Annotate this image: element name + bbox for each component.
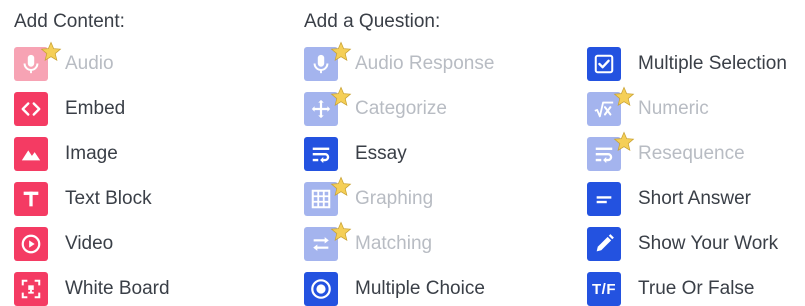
content-option-image[interactable]: Image (14, 137, 118, 171)
question-option-short-answer[interactable]: Short Answer (587, 182, 751, 216)
option-label: Resequence (638, 143, 745, 164)
option-label: Audio Response (355, 53, 495, 74)
code-icon (14, 92, 48, 126)
option-label: Matching (355, 233, 433, 254)
option-label: Show Your Work (638, 233, 779, 254)
content-option-text-block[interactable]: Text Block (14, 182, 152, 216)
premium-star-icon (40, 41, 62, 62)
option-label: Multiple Choice (355, 278, 485, 299)
content-option-audio[interactable]: Audio (14, 41, 114, 81)
radio-icon (304, 272, 338, 306)
question-option-matching[interactable]: Matching (304, 221, 433, 261)
question-option-true-or-false[interactable]: T/F True Or False (587, 272, 755, 306)
categorize-icon (304, 86, 352, 126)
pencil-icon (587, 227, 621, 261)
question-option-categorize[interactable]: Categorize (304, 86, 447, 126)
option-label: Embed (65, 98, 126, 119)
option-label: Text Block (65, 188, 152, 209)
question-option-audio-response[interactable]: Audio Response (304, 41, 495, 81)
microphone-icon (304, 41, 352, 81)
question-option-multiple-selection[interactable]: Multiple Selection (587, 47, 787, 81)
square-root-icon (587, 86, 635, 126)
checkbox-icon (587, 47, 621, 81)
option-label: Graphing (355, 188, 434, 209)
question-option-graphing[interactable]: Graphing (304, 176, 434, 216)
content-option-white-board[interactable]: White Board (14, 272, 170, 306)
option-label: Audio (65, 53, 114, 74)
icon-text: T/F (592, 280, 616, 298)
play-circle-icon (14, 227, 48, 261)
microphone-icon (14, 41, 62, 81)
add-question-heading: Add a Question: (304, 11, 441, 32)
short-answer-icon (587, 182, 621, 216)
option-label: True Or False (638, 278, 755, 299)
option-label: White Board (65, 278, 170, 299)
premium-star-icon (330, 41, 352, 62)
option-label: Short Answer (638, 188, 751, 209)
whiteboard-icon (14, 272, 48, 306)
question-option-show-your-work[interactable]: Show Your Work (587, 227, 778, 261)
true-false-icon: T/F (587, 272, 621, 306)
premium-star-icon (330, 86, 352, 107)
question-option-essay[interactable]: Essay (304, 137, 407, 171)
premium-star-icon (613, 131, 635, 152)
grid-icon (304, 176, 352, 216)
content-option-embed[interactable]: Embed (14, 92, 125, 126)
option-label: Multiple Selection (638, 53, 787, 74)
premium-star-icon (330, 176, 352, 197)
content-option-video[interactable]: Video (14, 227, 113, 261)
text-wrap-icon (587, 131, 635, 171)
question-option-multiple-choice[interactable]: Multiple Choice (304, 272, 485, 306)
option-label: Essay (355, 143, 407, 164)
question-option-resequence[interactable]: Resequence (587, 131, 745, 171)
mountain-image-icon (14, 137, 48, 171)
text-wrap-icon (304, 137, 338, 171)
question-option-numeric[interactable]: Numeric (587, 86, 709, 126)
option-label: Video (65, 233, 114, 254)
premium-star-icon (613, 86, 635, 107)
option-label: Numeric (638, 98, 709, 119)
text-t-icon (14, 182, 48, 216)
add-content-heading: Add Content: (14, 11, 125, 32)
swap-arrows-icon (304, 221, 352, 261)
premium-star-icon (330, 221, 352, 242)
option-label: Image (65, 143, 118, 164)
option-label: Categorize (355, 98, 447, 119)
